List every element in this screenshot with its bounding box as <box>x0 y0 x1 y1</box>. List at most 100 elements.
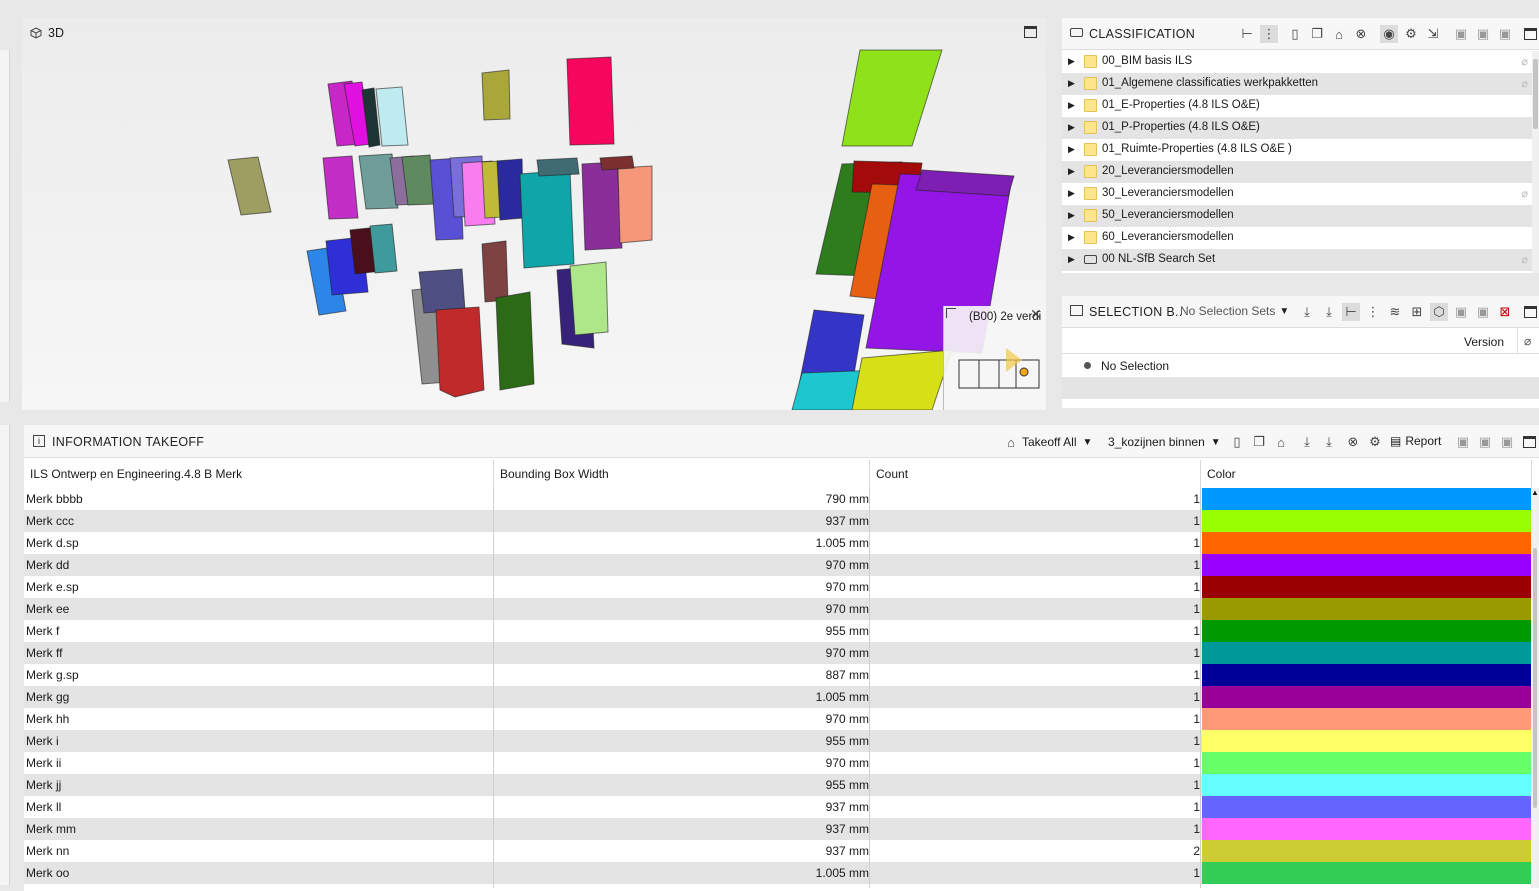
cell-color-swatch[interactable] <box>1202 708 1531 730</box>
lock-icon-2[interactable]: ▣ <box>1474 25 1492 43</box>
table-row[interactable]: Merk jj 955 mm 1 <box>24 774 1531 796</box>
box-icon[interactable]: ⬡ <box>1430 303 1448 321</box>
expand-arrow-icon[interactable]: ▶ <box>1068 56 1075 67</box>
column-header-merk[interactable]: ILS Ontwerp en Engineering.4.8 B Merk <box>24 460 494 488</box>
maximize-icon[interactable] <box>1524 306 1537 318</box>
lock-icon-2[interactable]: ▣ <box>1474 303 1492 321</box>
lock-icon-2[interactable]: ▣ <box>1476 433 1494 451</box>
tree-item[interactable]: ▶ 01_E-Properties (4.8 ILS O&E) <box>1062 95 1532 117</box>
lock-icon[interactable]: ▣ <box>1452 25 1470 43</box>
tree-icon[interactable]: ⊢ <box>1342 303 1360 321</box>
copy-icon[interactable]: ❐ <box>1308 25 1326 43</box>
viewport-3d[interactable]: 3D (B00) 2e verdi ✕ <box>22 18 1046 410</box>
close-popup-icon[interactable]: ✕ <box>1030 306 1042 323</box>
delete-icon[interactable]: ⊠ <box>1496 303 1514 321</box>
tree-item[interactable]: ▶ 01_Algemene classificaties werkpakkett… <box>1062 73 1532 95</box>
cell-color-swatch[interactable] <box>1202 862 1531 884</box>
expand-arrow-icon[interactable]: ▶ <box>1068 254 1075 265</box>
lock-icon[interactable]: ▣ <box>1452 303 1470 321</box>
hierarchy-icon[interactable]: ⋮ <box>1364 303 1382 321</box>
report-button[interactable]: ▤ Report <box>1390 434 1441 448</box>
column-version[interactable]: Version <box>1464 335 1504 349</box>
cell-color-swatch[interactable] <box>1202 532 1531 554</box>
table-row[interactable]: Merk bbbb 790 mm 1 <box>24 488 1531 510</box>
cell-color-swatch[interactable] <box>1202 686 1531 708</box>
takeoff-set-dropdown[interactable]: 3_kozijnen binnen ▼ <box>1108 435 1221 449</box>
table-row[interactable]: Merk ii 970 mm 1 <box>24 752 1531 774</box>
lock-icon-3[interactable]: ▣ <box>1496 25 1514 43</box>
tree-item[interactable]: ▶ 00_BIM basis ILS ⌀ <box>1062 51 1532 73</box>
cell-color-swatch[interactable] <box>1202 510 1531 532</box>
floorplan-thumbnail[interactable] <box>954 332 1044 402</box>
table-row[interactable]: Merk d.sp 1.005 mm 1 <box>24 532 1531 554</box>
expand-arrow-icon[interactable]: ▶ <box>1068 78 1075 89</box>
expand-arrow-icon[interactable]: ▶ <box>1068 232 1075 243</box>
column-header-width[interactable]: Bounding Box Width <box>494 460 870 488</box>
cell-color-swatch[interactable] <box>1202 840 1531 862</box>
cell-color-swatch[interactable] <box>1202 664 1531 686</box>
cell-color-swatch[interactable] <box>1202 642 1531 664</box>
cell-color-swatch[interactable] <box>1202 730 1531 752</box>
table-row[interactable]: Merk oo 1.005 mm 1 <box>24 862 1531 884</box>
download-icon[interactable]: ⤓ <box>1320 433 1338 451</box>
tree-icon[interactable]: ⊢ <box>1238 25 1256 43</box>
open-folder-icon[interactable]: ⌂ <box>1272 433 1290 451</box>
settings-icon[interactable]: ⚙ <box>1402 25 1420 43</box>
expand-arrow-icon[interactable]: ▶ <box>1068 100 1075 111</box>
tree-item[interactable]: ▶ 30_Leveranciersmodellen ⌀ <box>1062 183 1532 205</box>
cell-color-swatch[interactable] <box>1202 796 1531 818</box>
home-icon[interactable]: ⌂ <box>1002 433 1020 451</box>
takeoff-mode-dropdown[interactable]: Takeoff All ▼ <box>1022 435 1092 449</box>
new-document-icon[interactable]: ▯ <box>1228 433 1246 451</box>
filter-tree-icon[interactable]: ⊞ <box>1408 303 1426 321</box>
vertical-scrollbar[interactable]: ▲ <box>1531 488 1539 888</box>
visibility-icon[interactable]: ◉ <box>1380 25 1398 43</box>
selection-row[interactable]: No Selection <box>1062 355 1539 377</box>
settings-icon[interactable]: ⚙ <box>1366 433 1384 451</box>
tree-item[interactable]: ▶ 01_P-Properties (4.8 ILS O&E) <box>1062 117 1532 139</box>
clear-icon[interactable]: ⊗ <box>1352 25 1370 43</box>
column-header-count[interactable]: Count <box>870 460 1201 488</box>
expand-arrow-icon[interactable]: ▶ <box>1068 166 1075 177</box>
copy-icon[interactable]: ❐ <box>1250 433 1268 451</box>
table-row[interactable]: Merk ll 937 mm 1 <box>24 796 1531 818</box>
cell-color-swatch[interactable] <box>1202 620 1531 642</box>
cell-color-swatch[interactable] <box>1202 818 1531 840</box>
download-icon[interactable]: ⤓ <box>1320 303 1338 321</box>
expand-arrow-icon[interactable]: ▶ <box>1068 144 1075 155</box>
tree-item[interactable]: ▶ 20_Leveranciersmodellen <box>1062 161 1532 183</box>
clear-icon[interactable]: ⊗ <box>1344 433 1362 451</box>
new-document-icon[interactable]: ▯ <box>1286 25 1304 43</box>
cell-color-swatch[interactable] <box>1202 554 1531 576</box>
tree-item[interactable]: ▶ 50_Leveranciersmodellen <box>1062 205 1532 227</box>
table-row[interactable]: Merk e.sp 970 mm 1 <box>24 576 1531 598</box>
table-row[interactable]: Merk ccc 937 mm 1 <box>24 510 1531 532</box>
import-icon[interactable]: ⤓ <box>1298 303 1316 321</box>
model-scene[interactable] <box>22 18 1046 410</box>
lock-icon[interactable]: ▣ <box>1454 433 1472 451</box>
maximize-icon[interactable] <box>1523 436 1536 448</box>
cell-color-swatch[interactable] <box>1202 598 1531 620</box>
table-row[interactable]: Merk nn 937 mm 2 <box>24 840 1531 862</box>
import-icon[interactable]: ⤓ <box>1298 433 1316 451</box>
tree-item[interactable]: ▶ 01_Ruimte-Properties (4.8 ILS O&E ) <box>1062 139 1532 161</box>
vertical-scrollbar[interactable] <box>1532 51 1539 273</box>
tree-item[interactable]: ▶ 00 NL-SfB Search Set ⌀ <box>1062 249 1532 271</box>
table-row[interactable]: Merk gg 1.005 mm 1 <box>24 686 1531 708</box>
maximize-icon[interactable] <box>1524 28 1537 40</box>
export-icon[interactable]: ⇲ <box>1424 25 1442 43</box>
expand-arrow-icon[interactable]: ▶ <box>1068 122 1075 133</box>
expand-arrow-icon[interactable]: ▶ <box>1068 210 1075 221</box>
lock-icon-3[interactable]: ▣ <box>1498 433 1516 451</box>
scrollbar-thumb[interactable] <box>1533 59 1538 129</box>
table-row[interactable]: Merk ff 970 mm 1 <box>24 642 1531 664</box>
tree-item[interactable]: ▶ 60_Leveranciersmodellen <box>1062 227 1532 249</box>
expand-arrow-icon[interactable]: ▶ <box>1068 188 1075 199</box>
table-row[interactable]: Merk f 955 mm 1 <box>24 620 1531 642</box>
cell-color-swatch[interactable] <box>1202 774 1531 796</box>
location-popup[interactable]: (B00) 2e verdi ✕ <box>943 306 1046 410</box>
layers-icon[interactable]: ≋ <box>1386 303 1404 321</box>
scroll-up-icon[interactable]: ▲ <box>1531 488 1539 497</box>
cell-color-swatch[interactable] <box>1202 488 1531 510</box>
column-header-color[interactable]: Color <box>1201 460 1532 488</box>
